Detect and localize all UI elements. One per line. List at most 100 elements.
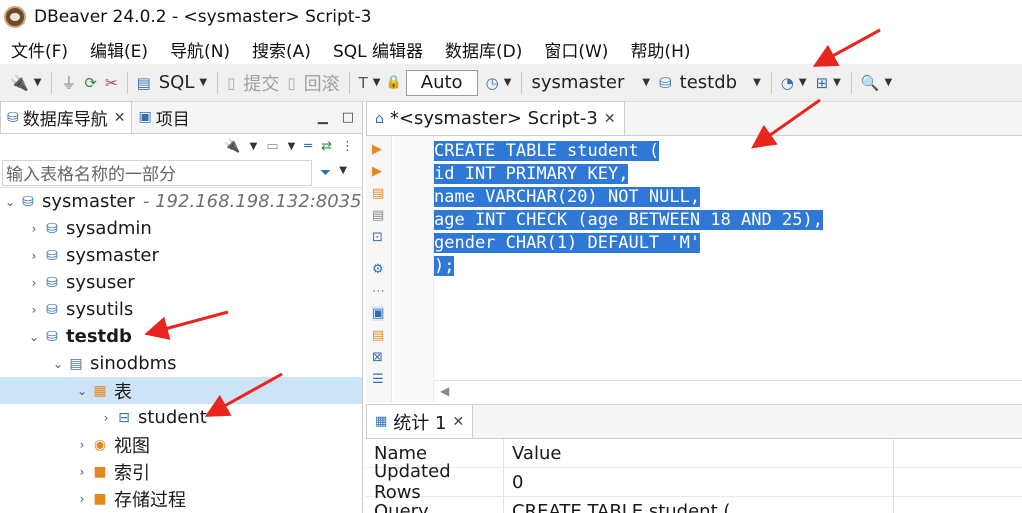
reconnect-icon[interactable]: ⟳ [84,74,97,92]
tree-item-database[interactable]: › ⛁ sysuser [0,269,362,296]
more-options-icon[interactable]: ⋮ [341,139,354,154]
scroll-left-icon[interactable]: ◀ [440,384,449,398]
chevron-down-icon[interactable]: ▼ [34,77,42,88]
tab-database-navigator[interactable]: ⛁ 数据库导航 ✕ [0,101,133,133]
chevron-right-icon[interactable]: › [26,303,42,317]
tree-item-views-folder[interactable]: › ◉ 视图 [0,431,362,458]
horizontal-scrollbar[interactable]: ◀ [434,380,1022,402]
table-row[interactable]: Updated Rows 0 [366,461,1022,503]
export-icon[interactable]: ▤ [372,328,384,343]
chevron-down-icon[interactable]: ⌄ [74,384,90,398]
toolbar-separator [51,71,53,94]
chevron-down-icon[interactable]: ▼ [373,77,381,88]
close-icon[interactable]: ✕ [604,111,616,127]
tree-item-schema[interactable]: ⌄ ▤ sinodbms [0,350,362,377]
tab-projects[interactable]: ▣ 项目 [132,101,195,133]
menu-search[interactable]: 搜索(A) [241,37,322,62]
chevron-down-icon[interactable]: ⌄ [26,330,42,344]
dashboard-icon[interactable]: ◔ [781,74,794,92]
settings-icon[interactable]: ⚙ [372,262,384,277]
explain-plan-icon[interactable]: ⊡ [372,230,383,245]
chevron-right-icon[interactable]: › [74,492,90,506]
results-tab-bar: ▦ 统计 1 ✕ [366,404,1022,439]
tree-item-database[interactable]: › ⛁ sysmaster [0,242,362,269]
link-editor-icon[interactable]: ⇄ [321,139,332,154]
transaction-mode-icon[interactable]: T [359,74,368,92]
datasource-selector[interactable]: sysmaster [531,72,624,93]
chevron-down-icon[interactable]: ⌄ [50,357,66,371]
tree-item-database[interactable]: › ⛁ sysutils [0,296,362,323]
chevron-right-icon[interactable]: › [74,438,90,452]
menu-help[interactable]: 帮助(H) [619,37,701,62]
menu-navigate[interactable]: 导航(N) [159,37,241,62]
chevron-right-icon[interactable]: › [74,465,90,479]
tree-item-database-testdb[interactable]: ⌄ ⛁ testdb [0,323,362,350]
erd-icon[interactable]: ⊞ [816,74,829,92]
table-filter-input[interactable]: 输入表格名称的一部分 [2,159,312,186]
menu-file[interactable]: 文件(F) [0,37,79,62]
close-icon[interactable]: ✕ [452,414,464,430]
execute-in-new-tab-icon[interactable]: ▶ [372,164,382,179]
tree-item-connection[interactable]: ⌄ ⛁ sysmaster - 192.168.198.132:8035 [0,188,362,215]
filter-icon[interactable]: ⏷ [320,165,331,181]
code-line: ); [434,255,1022,278]
maximize-icon[interactable]: □ [342,110,354,125]
sql-button[interactable]: SQL [159,72,195,93]
chevron-down-icon[interactable]: ▼ [339,165,347,181]
execute-statement-icon[interactable]: ▶ [372,142,382,157]
chevron-down-icon[interactable]: ▼ [250,141,258,152]
tab-script-3[interactable]: ⌂ *<sysmaster> Script-3 ✕ [366,101,625,135]
disconnect-icon[interactable]: ✂ [105,74,118,92]
tree-item-database[interactable]: › ⛁ sysadmin [0,215,362,242]
database-name: sysadmin [66,218,152,239]
chevron-down-icon[interactable]: ▼ [642,77,650,88]
close-icon[interactable]: ✕ [114,110,126,126]
chevron-down-icon[interactable]: ▼ [199,77,207,88]
search-icon[interactable]: 🔍 [861,74,880,92]
sql-code-area[interactable]: CREATE TABLE student ( id INT PRIMARY KE… [434,140,1022,278]
menu-sql-editor[interactable]: SQL 编辑器 [322,37,434,62]
menu-edit[interactable]: 编辑(E) [79,37,159,62]
column-header[interactable]: Value [504,439,894,467]
code-text: ); [434,256,455,276]
chevron-down-icon[interactable]: ⌄ [2,195,18,209]
new-connection-icon[interactable]: 🔌 [10,74,29,92]
auto-commit-button[interactable]: Auto [405,69,478,96]
execute-script-icon[interactable]: ▤ [372,186,384,201]
chevron-down-icon[interactable]: ▼ [753,77,761,88]
menu-window[interactable]: 窗口(W) [533,37,619,62]
rollback-button[interactable]: 回滚 [304,70,340,96]
chevron-down-icon[interactable]: ▼ [288,141,296,152]
chevron-right-icon[interactable]: › [26,249,42,263]
format-icon[interactable]: ⊠ [372,350,383,365]
chevron-down-icon[interactable]: ▼ [504,77,512,88]
tree-item-procedures-folder[interactable]: › ■ 存储过程 [0,485,362,512]
chevron-right-icon[interactable]: › [26,276,42,290]
history-icon[interactable]: ◷ [486,74,499,92]
chevron-down-icon[interactable]: ▼ [799,77,807,88]
chevron-down-icon[interactable]: ▼ [833,77,841,88]
more-icon[interactable]: ⋯ [372,284,385,299]
minimize-icon[interactable]: ▁ [318,110,328,125]
collapse-all-icon[interactable]: ═ [304,139,312,154]
new-connection-icon[interactable]: 🔌 [224,139,240,154]
connect-icon[interactable]: ⏚ [61,72,76,93]
chevron-down-icon[interactable]: ▼ [885,77,893,88]
lock-icon[interactable]: 🔒 [385,75,401,90]
menu-database[interactable]: 数据库(D) [434,37,533,62]
show-results-icon[interactable]: ▣ [372,306,385,321]
new-folder-icon[interactable]: ▭ [266,139,278,154]
outline-icon[interactable]: ☰ [372,372,384,387]
commit-button[interactable]: 提交 [243,70,279,96]
database-selector[interactable]: testdb [680,72,737,93]
sql-editor-icon[interactable]: ▤ [137,74,151,92]
script-file-icon[interactable]: ▤ [372,208,384,223]
tree-item-indexes-folder[interactable]: › ■ 索引 [0,458,362,485]
navigator-toolbar: 🔌 ▼ ▭ ▼ ═ ⇄ ⋮ [0,134,362,158]
tree-item-table[interactable]: › ⊟ student [0,404,362,431]
tree-item-tables-folder[interactable]: ⌄ ▦ 表 [0,377,362,404]
tab-statistics[interactable]: ▦ 统计 1 ✕ [366,404,474,438]
table-row[interactable]: Query CREATE TABLE student ( [366,497,1022,513]
chevron-right-icon[interactable]: › [26,222,42,236]
chevron-right-icon[interactable]: › [98,411,114,425]
